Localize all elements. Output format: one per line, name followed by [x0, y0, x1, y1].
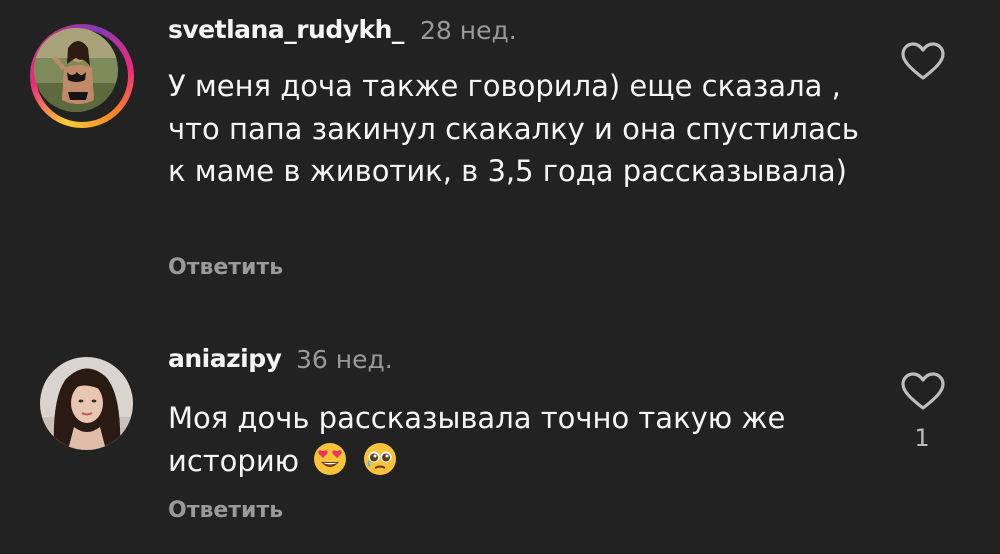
like-count: 1 — [914, 424, 930, 452]
comment-timestamp: 36 нед. — [296, 345, 393, 374]
avatar-story-ring[interactable] — [30, 24, 134, 128]
reply-button[interactable]: Ответить — [168, 498, 283, 523]
avatar[interactable] — [40, 357, 133, 450]
heart-eyes-emoji — [312, 441, 348, 477]
comment-text-body: Моя дочь рассказывала точно такую же ист… — [168, 401, 786, 478]
like-button[interactable] — [900, 42, 946, 82]
comment-text: Моя дочь рассказывала точно такую же ист… — [168, 397, 868, 482]
like-button[interactable] — [900, 372, 946, 412]
reply-button[interactable]: Ответить — [168, 255, 283, 280]
comment-timestamp: 28 нед. — [420, 16, 517, 45]
comment-username[interactable]: svetlana_rudykh_ — [168, 15, 404, 44]
pleading-face-emoji — [362, 441, 398, 477]
comments-panel: svetlana_rudykh_ 28 нед. У меня доча так… — [0, 0, 1000, 554]
avatar — [34, 28, 118, 112]
heart-outline-icon — [900, 372, 946, 412]
comment-text: У меня доча также говорила) еще сказала … — [168, 69, 859, 188]
heart-outline-icon — [900, 42, 946, 82]
comment-username[interactable]: aniazipy — [168, 344, 282, 373]
